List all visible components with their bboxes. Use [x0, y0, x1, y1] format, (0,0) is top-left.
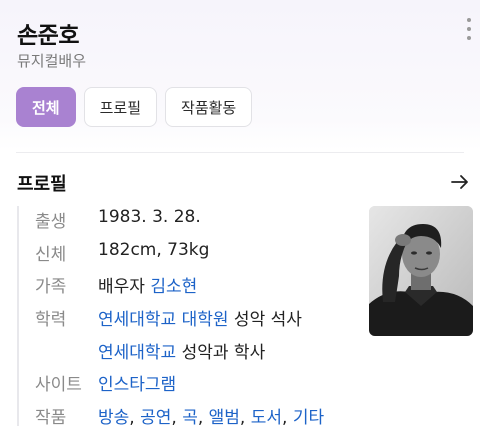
education-label: 학력: [35, 310, 67, 330]
row-education-1: 학력 연세대학교 대학원 성악 석사: [35, 305, 302, 330]
portrait-image: [369, 206, 473, 336]
divider: [16, 152, 464, 153]
birth-label: 출생: [35, 212, 67, 232]
works-item-link[interactable]: 방송: [98, 408, 129, 428]
tab-all[interactable]: 전체: [16, 87, 76, 127]
works-item-link[interactable]: 기타: [293, 408, 324, 428]
row-birth: 출생 1983. 3. 28.: [35, 207, 201, 232]
tab-profile[interactable]: 프로필: [83, 87, 158, 127]
works-list: 방송, 공연, 곡, 앨범, 도서, 기타: [98, 403, 324, 428]
family-label: 가족: [35, 277, 67, 297]
works-separator: ,: [171, 408, 183, 428]
section-title: 프로필: [17, 174, 67, 195]
works-separator: ,: [239, 408, 251, 428]
education-link-2[interactable]: 연세대학교: [98, 338, 176, 363]
header-name: 손준호: [17, 23, 79, 49]
works-item-link[interactable]: 도서: [251, 408, 282, 428]
info-left-border: [17, 206, 19, 426]
education-text-1: 성악 석사: [228, 310, 302, 330]
works-separator: ,: [282, 408, 293, 428]
arrow-right-icon[interactable]: [450, 172, 470, 192]
birth-value: 1983. 3. 28.: [98, 207, 201, 227]
header-subtitle: 뮤지컬배우: [17, 52, 87, 70]
row-body: 신체 182cm, 73kg: [35, 240, 209, 265]
education-link-1[interactable]: 연세대학교 대학원: [98, 305, 229, 330]
tab-bar: 전체 프로필 작품활동: [16, 87, 253, 127]
row-works: 작품 방송, 공연, 곡, 앨범, 도서, 기타: [35, 403, 324, 428]
row-family: 가족 배우자 김소현: [35, 272, 197, 297]
works-item-link[interactable]: 공연: [140, 408, 171, 428]
row-education-2: 연세대학교 성악과 학사: [35, 338, 265, 363]
body-value: 182cm, 73kg: [98, 240, 210, 260]
family-prefix: 배우자: [98, 277, 151, 297]
site-label: 사이트: [35, 375, 82, 395]
works-item-link[interactable]: 곡: [182, 408, 198, 428]
row-site: 사이트 인스타그램: [35, 370, 176, 395]
education-text-2: 성악과 학사: [176, 343, 266, 363]
works-label: 작품: [35, 408, 67, 428]
profile-photo[interactable]: [369, 206, 473, 336]
education-indent: [35, 338, 98, 363]
instagram-link[interactable]: 인스타그램: [98, 370, 176, 395]
works-separator: ,: [197, 408, 209, 428]
works-item-link[interactable]: 앨범: [209, 408, 240, 428]
spouse-link[interactable]: 김소현: [150, 272, 197, 297]
more-vertical-icon[interactable]: [462, 18, 476, 40]
works-separator: ,: [129, 408, 141, 428]
tab-works[interactable]: 작품활동: [165, 87, 253, 127]
body-label: 신체: [35, 245, 67, 265]
